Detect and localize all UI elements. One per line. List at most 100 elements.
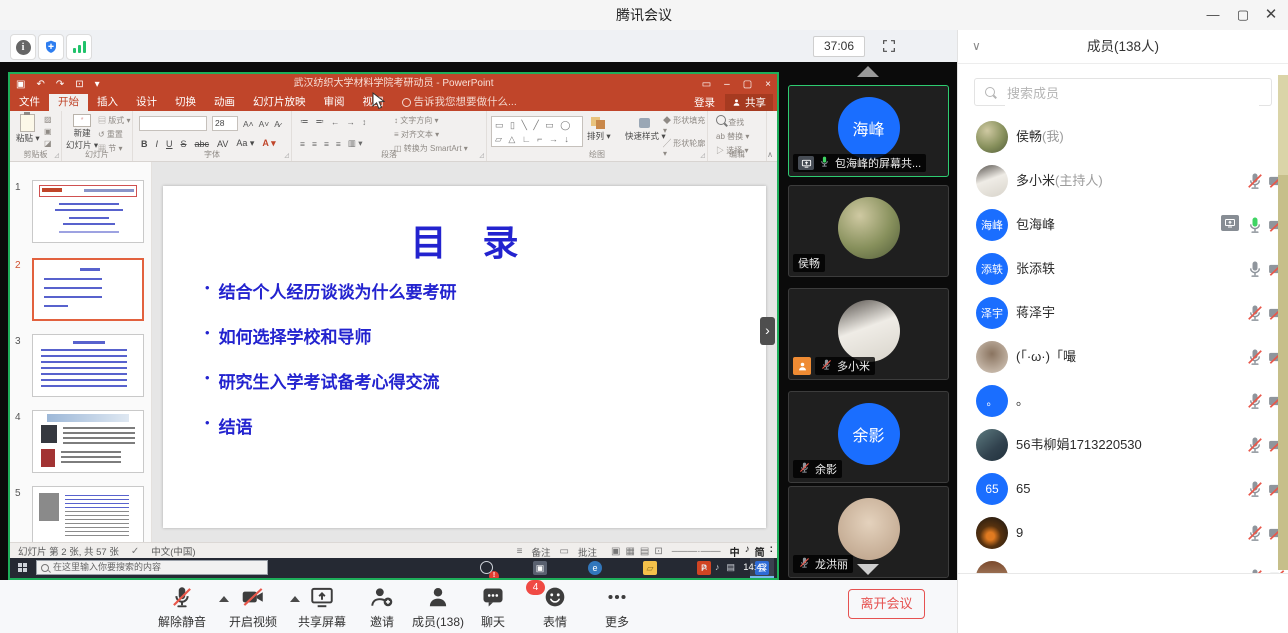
- columns-icon[interactable]: ▥ ▾: [348, 138, 363, 149]
- ppt-tab-审阅[interactable]: 审阅: [315, 94, 354, 111]
- ime-token[interactable]: ♪: [745, 544, 750, 559]
- layout-button[interactable]: ▤ 版式 ▾: [98, 115, 130, 126]
- scrollbar-thumb[interactable]: [1278, 75, 1288, 175]
- toolbar-more-button[interactable]: 更多: [575, 586, 659, 630]
- undo-icon[interactable]: ↶: [36, 79, 44, 90]
- member-search-box[interactable]: [974, 78, 1272, 106]
- italic-button[interactable]: I: [156, 139, 159, 149]
- member-row[interactable]: [958, 555, 1288, 573]
- qat-dropdown-icon[interactable]: ▾: [95, 79, 100, 90]
- ppt-restore-icon[interactable]: ▢: [743, 79, 752, 90]
- redo-icon[interactable]: ↷: [56, 79, 64, 90]
- section-button[interactable]: ▦ 节 ▾: [98, 143, 130, 154]
- member-row[interactable]: (「·ω·)「嘬: [958, 335, 1288, 379]
- ppt-tab-幻灯片放映[interactable]: 幻灯片放映: [244, 94, 315, 111]
- windows-search-box[interactable]: 在这里输入你要搜索的内容: [36, 560, 268, 575]
- align-left-icon[interactable]: ≡: [300, 139, 305, 149]
- ribbon-display-icon[interactable]: ▭: [702, 79, 711, 90]
- new-slide-button[interactable]: *新建幻灯片 ▾: [66, 114, 98, 151]
- decrease-indent-icon[interactable]: ←: [331, 117, 340, 127]
- ppt-tab-插入[interactable]: 插入: [88, 94, 127, 111]
- reset-button[interactable]: ↺ 重置: [98, 129, 130, 140]
- member-row[interactable]: 。。: [958, 379, 1288, 423]
- file-explorer-icon[interactable]: ▱: [643, 561, 657, 575]
- change-case-button[interactable]: Aa ▾: [236, 138, 254, 149]
- slide-thumbnail-4[interactable]: [32, 410, 144, 473]
- zoom-slider[interactable]: –——·——: [672, 546, 721, 557]
- spellcheck-icon[interactable]: ✓: [131, 546, 139, 557]
- select-button[interactable]: ▷ 选择 ▾: [716, 145, 749, 156]
- ppt-tab-切换[interactable]: 切换: [166, 94, 205, 111]
- strikethrough-button[interactable]: S: [181, 139, 187, 149]
- member-row[interactable]: 海峰包海峰: [958, 203, 1288, 247]
- task-view-icon[interactable]: ▣: [533, 561, 547, 575]
- ppt-tab-动画[interactable]: 动画: [205, 94, 244, 111]
- network-quality-icon[interactable]: [66, 34, 92, 60]
- clear-format-icon[interactable]: A̷: [274, 119, 280, 129]
- ppt-share-button[interactable]: 共享: [725, 94, 773, 111]
- find-button[interactable]: 查找: [716, 115, 749, 128]
- text-direction-button[interactable]: ↕ 文字方向 ▾: [394, 115, 468, 126]
- video-tile-多小米[interactable]: 多小米: [788, 288, 949, 380]
- align-right-icon[interactable]: ≡: [324, 139, 329, 149]
- meeting-security-icon[interactable]: [38, 34, 64, 60]
- video-tile-海峰[interactable]: 海峰包海峰的屏幕共...: [788, 85, 949, 177]
- ime-token[interactable]: 中: [730, 544, 740, 559]
- language-indicator[interactable]: 中文(中国): [151, 544, 195, 558]
- save-icon[interactable]: ▣: [16, 79, 25, 90]
- collapse-ribbon-icon[interactable]: ∧: [767, 150, 773, 159]
- ppt-tab-开始[interactable]: 开始: [49, 94, 88, 111]
- view-mode-icon[interactable]: ⊡: [654, 546, 662, 557]
- leave-meeting-button[interactable]: 离开会议: [848, 589, 925, 619]
- meeting-info-icon[interactable]: i: [10, 34, 36, 60]
- scroll-tiles-up-icon[interactable]: [857, 66, 879, 77]
- member-row[interactable]: 泽宇蒋泽宇: [958, 291, 1288, 335]
- paste-button[interactable]: 粘贴 ▾: [16, 114, 40, 144]
- bullets-button[interactable]: ≔: [300, 116, 309, 127]
- start-slideshow-icon[interactable]: ⊡: [75, 79, 83, 90]
- ime-token[interactable]: 简: [755, 544, 765, 559]
- windows-start-icon[interactable]: [18, 563, 28, 573]
- shape-fill-button[interactable]: ◆ 形状填充 ▾: [663, 115, 707, 135]
- line-spacing-icon[interactable]: ↕: [362, 117, 366, 127]
- arrange-button[interactable]: 排列 ▾: [587, 116, 611, 142]
- quick-styles-button[interactable]: 快速样式 ▾: [625, 116, 666, 142]
- ppt-tab-设计[interactable]: 设计: [127, 94, 166, 111]
- view-mode-icon[interactable]: ▣: [611, 546, 620, 557]
- font-size-box[interactable]: 28: [212, 116, 238, 131]
- maximize-button[interactable]: ▢: [1228, 0, 1258, 30]
- member-list-scrollbar[interactable]: [1278, 75, 1288, 570]
- fullscreen-icon[interactable]: [879, 36, 899, 56]
- slide-thumbnail-1[interactable]: [32, 180, 144, 243]
- format-painter-icon[interactable]: ◪: [44, 139, 52, 148]
- font-name-box[interactable]: [139, 116, 207, 131]
- video-tile-余影[interactable]: 余影余影: [788, 391, 949, 483]
- view-mode-buttons[interactable]: ▣▦▤⊡: [606, 546, 663, 557]
- ppt-tab-文件[interactable]: 文件: [10, 94, 49, 111]
- justify-icon[interactable]: ≡: [336, 139, 341, 149]
- member-row[interactable]: 多小米(主持人): [958, 159, 1288, 203]
- member-row[interactable]: 9: [958, 511, 1288, 555]
- ppt-tell-me-box[interactable]: 告诉我您想要做什么...: [393, 94, 526, 111]
- char-spacing-button[interactable]: AV: [217, 139, 228, 149]
- grow-font-icon[interactable]: A˄: [243, 119, 254, 129]
- align-center-icon[interactable]: ≡: [312, 139, 317, 149]
- member-row[interactable]: 侯畅(我): [958, 115, 1288, 159]
- copy-icon[interactable]: ▣: [44, 127, 52, 136]
- edge-browser-icon[interactable]: e: [588, 561, 602, 575]
- replace-button[interactable]: ab 替换 ▾: [716, 131, 749, 142]
- subscript-button[interactable]: abc: [195, 139, 210, 149]
- ppt-close-icon[interactable]: ×: [765, 79, 771, 90]
- shapes-gallery[interactable]: ▭ ▯ ╲ ╱ ▭ ◯▱ △ ∟ ⌐ → ↓: [491, 116, 583, 147]
- notes-toggle[interactable]: 备注: [532, 545, 551, 559]
- shrink-font-icon[interactable]: A˅: [259, 119, 270, 129]
- ppt-signin-link[interactable]: 登录: [694, 95, 715, 110]
- cut-icon[interactable]: ▨: [44, 115, 52, 124]
- numbering-button[interactable]: ≕: [316, 116, 325, 127]
- member-row[interactable]: 56韦柳娟1713220530: [958, 423, 1288, 467]
- slide-thumbnail-3[interactable]: [32, 334, 144, 397]
- increase-indent-icon[interactable]: →: [347, 117, 356, 127]
- member-search-input[interactable]: [1005, 80, 1259, 106]
- next-slide-button[interactable]: ›: [760, 317, 775, 345]
- smartart-button[interactable]: ◫ 转换为 SmartArt ▾: [394, 143, 468, 154]
